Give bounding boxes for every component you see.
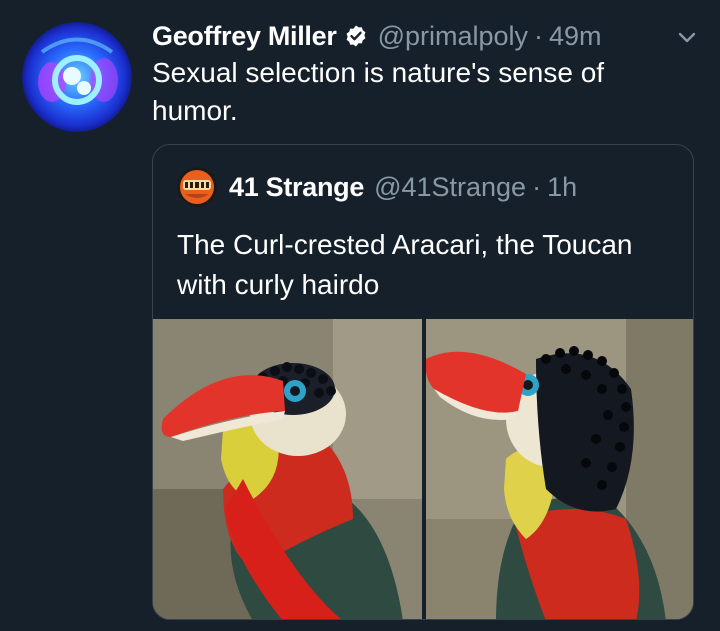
quoted-tweet-timestamp: 1h <box>547 171 578 202</box>
media-photo-right[interactable] <box>426 319 693 619</box>
chevron-down-icon[interactable] <box>676 26 698 48</box>
separator-dot: · <box>534 20 544 51</box>
quoted-author-display-name: 41 Strange <box>229 171 365 202</box>
media-photo-left[interactable] <box>153 319 422 619</box>
author-display-name[interactable]: Geoffrey Miller <box>152 21 337 52</box>
quoted-author-handle: @41Strange <box>374 171 527 202</box>
media-grid <box>153 319 693 619</box>
avatar-image <box>22 22 132 132</box>
quoted-tweet-card[interactable]: 41 Strange @41Strange · 1h The Curl-cres… <box>152 144 694 620</box>
tweet-text: Sexual selection is nature's sense of hu… <box>152 57 605 126</box>
aracari-bird-icon <box>426 319 693 619</box>
quoted-tweet-text: The Curl-crested Aracari, the Toucan wit… <box>177 229 633 300</box>
verified-badge-icon <box>344 24 368 48</box>
quoted-tweet-header: 41 Strange @41Strange · 1h <box>177 167 577 207</box>
author-avatar[interactable] <box>22 22 132 132</box>
quoted-author-avatar <box>177 167 217 207</box>
author-handle[interactable]: @primalpoly <box>378 21 528 52</box>
tweet-header: Geoffrey Miller @primalpoly · 49m <box>152 16 602 56</box>
separator-dot: · <box>532 171 542 202</box>
aracari-bird-icon <box>153 319 422 619</box>
tweet-timestamp[interactable]: 49m <box>549 21 602 52</box>
